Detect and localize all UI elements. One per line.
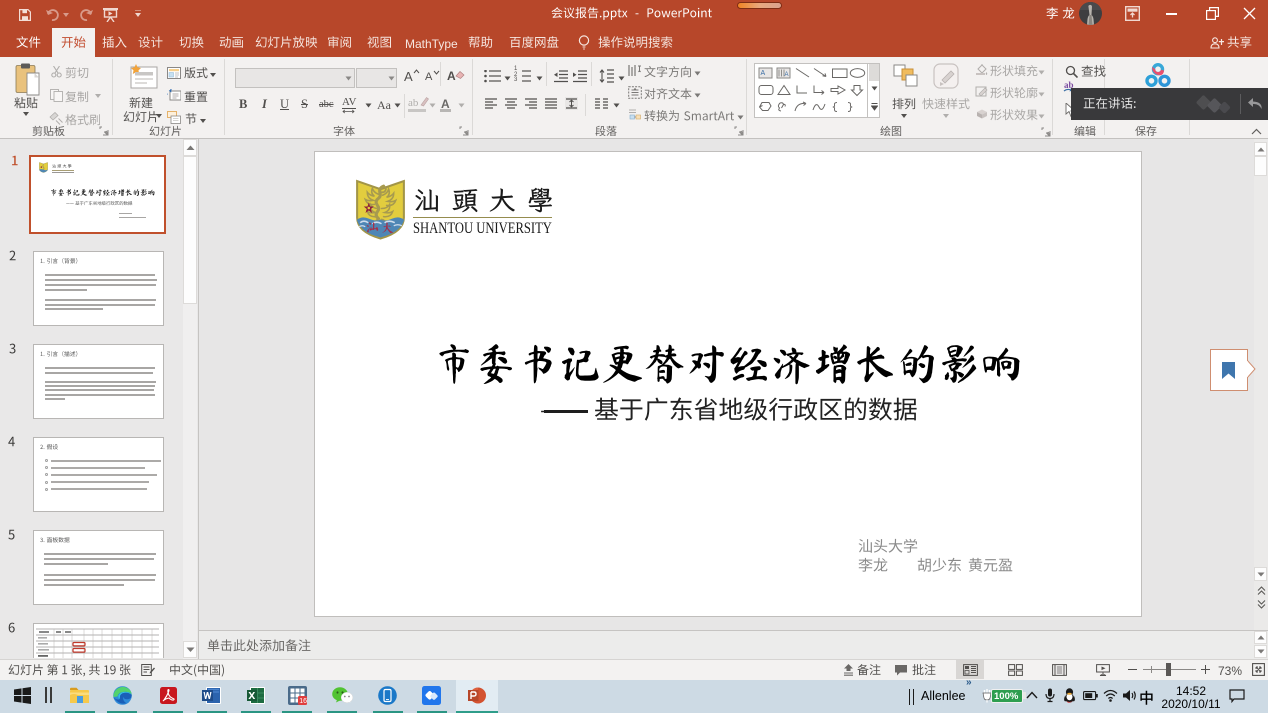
svg-text:A: A <box>761 70 766 77</box>
svg-text:16: 16 <box>299 698 307 705</box>
svg-text:A: A <box>785 72 789 78</box>
